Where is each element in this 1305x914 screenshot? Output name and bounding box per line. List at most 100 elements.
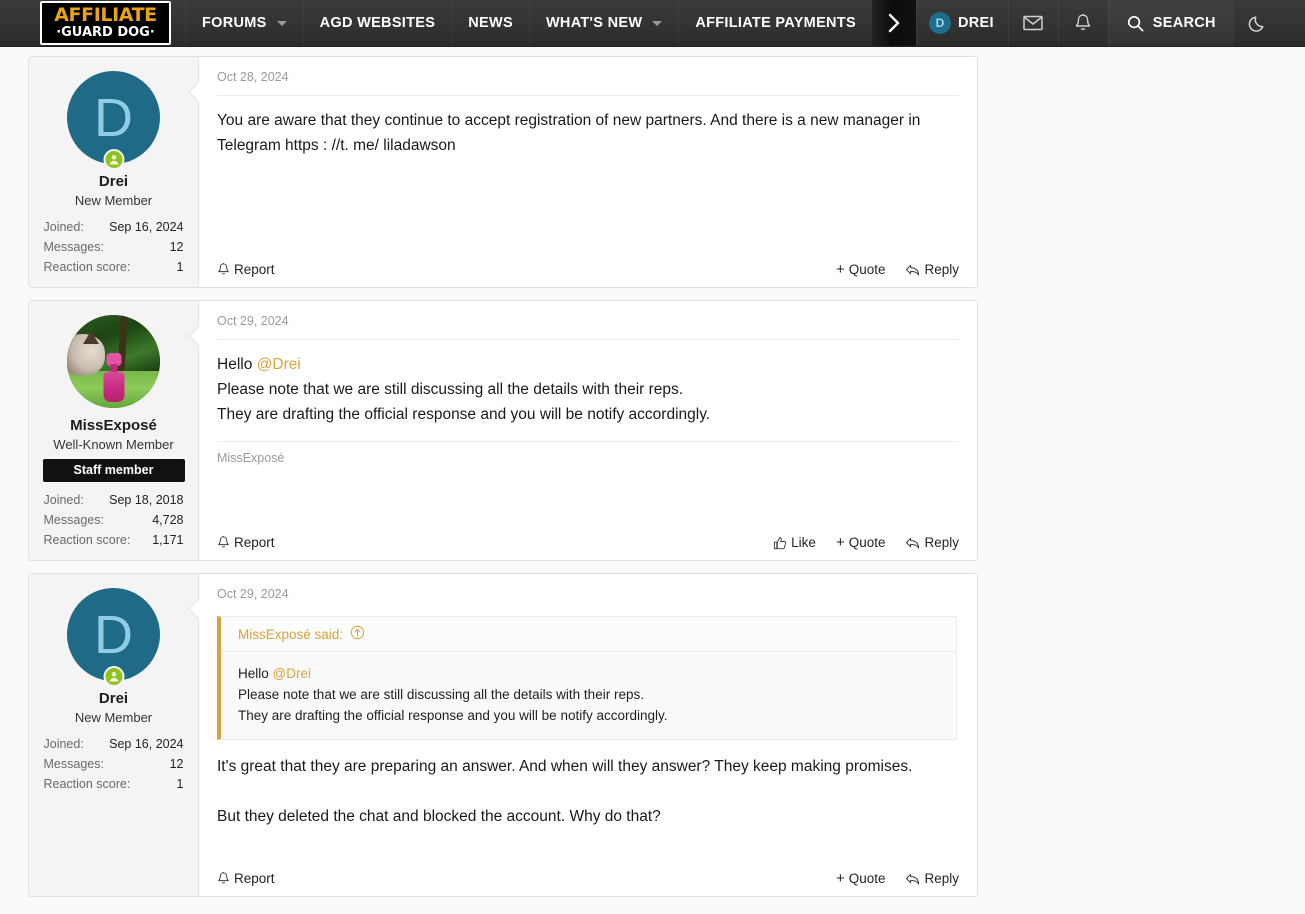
author-name[interactable]: MissExposé [35,417,192,435]
logo-text-line1: AFFILIATE [49,6,162,25]
post-actions: Report + Quote Reply [217,857,959,886]
stat-reaction-score-label: Reaction score: [44,774,131,794]
plus-icon: + [836,871,845,886]
like-button-label: Like [791,535,816,550]
chevron-down-icon [277,21,287,26]
nav-item-agd-websites-label: AGD WEBSITES [320,15,436,31]
site-logo[interactable]: AFFILIATE ·GUARD DOG· [0,0,185,46]
nav-item-news-label: NEWS [468,15,513,31]
user-mention-link[interactable]: @Drei [273,666,311,681]
spacer [217,829,959,857]
blockquote: MissExposé said: Hello @Drei Please note… [217,616,957,740]
quote-button[interactable]: + Quote [836,871,886,886]
nav-item-news[interactable]: NEWS [451,0,529,46]
reply-arrow-icon [905,872,920,886]
blockquote-line: They are drafting the official response … [238,705,942,726]
reply-arrow-icon [905,263,920,277]
post-actions-left: Report [217,871,275,886]
page-body: D Drei New Member Joined: Sep 16, 2024 [0,47,1305,897]
nav-item-whats-new-label: WHAT'S NEW [546,15,642,31]
report-button[interactable]: Report [217,871,275,886]
stat-messages: Messages: 12 [44,754,184,774]
online-status-icon [103,666,124,687]
blockquote-attribution[interactable]: MissExposé said: [221,617,956,652]
post-content: Oct 29, 2024 Hello @Drei Please note tha… [199,301,977,560]
inbox-button[interactable] [1008,0,1058,46]
post-actions: Report + Quote Reply [217,248,959,277]
post-timestamp[interactable]: Oct 29, 2024 [217,584,959,612]
stat-messages-label: Messages: [44,754,104,774]
report-button-label: Report [234,871,275,886]
post-timestamp[interactable]: Oct 28, 2024 [217,67,959,95]
stat-reaction-score: Reaction score: 1,171 [44,530,184,550]
stat-joined-label: Joined: [44,217,84,237]
envelope-icon [1023,15,1043,31]
quote-button-label: Quote [849,262,886,277]
post-paragraph: You are aware that they continue to acce… [217,108,959,158]
quote-button-label: Quote [849,535,886,550]
avatar-photo [67,315,160,408]
alerts-button[interactable] [1058,0,1108,46]
dark-mode-toggle[interactable] [1234,0,1282,46]
bell-icon [1074,13,1092,33]
nav-overflow-chevron-right-icon[interactable] [872,0,916,46]
author-title: New Member [35,192,192,209]
user-menu-button[interactable]: D DREI [916,0,1008,46]
post-timestamp[interactable]: Oct 29, 2024 [217,311,959,339]
greeting-text: Hello [217,356,257,373]
reply-button-label: Reply [924,871,959,886]
nav-item-forums[interactable]: FORUMS [185,0,303,46]
author-stats: Joined: Sep 16, 2024 Messages: 12 Reacti… [44,734,184,794]
post-text: Hello @Drei Please note that we are stil… [217,352,959,427]
moon-icon [1248,14,1267,33]
reply-button[interactable]: Reply [905,535,959,550]
post-actions-left: Report [217,262,275,277]
stat-messages-label: Messages: [44,237,104,257]
nav-right-cluster: D DREI SEARCH [916,0,1282,46]
like-button[interactable]: Like [773,535,816,550]
stat-messages-value: 4,728 [152,510,183,530]
post-paragraph: But they deleted the chat and blocked th… [217,804,959,829]
table-row: MissExposé Well-Known Member Staff membe… [28,300,978,561]
nav-item-whats-new[interactable]: WHAT'S NEW [529,0,678,46]
quote-button[interactable]: + Quote [836,262,886,277]
avatar[interactable] [67,315,160,408]
stat-joined-label: Joined: [44,490,84,510]
quote-button-label: Quote [849,871,886,886]
stat-reaction-score: Reaction score: 1 [44,774,184,794]
nav-item-affiliate-payments[interactable]: AFFILIATE PAYMENTS [678,0,872,46]
plus-icon: + [836,535,845,550]
user-menu-name: DREI [958,15,994,31]
bell-icon [217,535,230,550]
author-stats: Joined: Sep 18, 2018 Messages: 4,728 Rea… [44,490,184,550]
arrow-up-circle-icon[interactable] [350,625,365,643]
post-signature: MissExposé [217,441,959,465]
nav-item-agd-websites[interactable]: AGD WEBSITES [303,0,452,46]
search-icon [1127,15,1144,32]
post-paragraph: Please note that we are still discussing… [217,377,959,402]
reply-button[interactable]: Reply [905,871,959,886]
quote-button[interactable]: + Quote [836,535,886,550]
search-button[interactable]: SEARCH [1108,0,1234,46]
post-actions: Report Like + Quote [217,521,959,550]
report-button[interactable]: Report [217,535,275,550]
author-name[interactable]: Drei [35,690,192,708]
stat-joined-value: Sep 18, 2018 [109,490,183,510]
report-button-label: Report [234,262,275,277]
reply-button[interactable]: Reply [905,262,959,277]
stat-joined-value: Sep 16, 2024 [109,217,183,237]
author-stats: Joined: Sep 16, 2024 Messages: 12 Reacti… [44,217,184,277]
user-mention-link[interactable]: @Drei [257,356,301,373]
avatar[interactable]: D [67,71,160,164]
avatar[interactable]: D [67,588,160,681]
logo-box: AFFILIATE ·GUARD DOG· [40,1,171,45]
reply-button-label: Reply [924,535,959,550]
chevron-down-icon [652,21,662,26]
stat-joined: Joined: Sep 18, 2018 [44,490,184,510]
thread-post-list: D Drei New Member Joined: Sep 16, 2024 [28,56,978,897]
author-name[interactable]: Drei [35,173,192,191]
report-button[interactable]: Report [217,262,275,277]
stat-reaction-score-label: Reaction score: [44,530,131,550]
post-paragraph: It's great that they are preparing an an… [217,754,959,779]
post-content: Oct 28, 2024 You are aware that they con… [199,57,977,287]
